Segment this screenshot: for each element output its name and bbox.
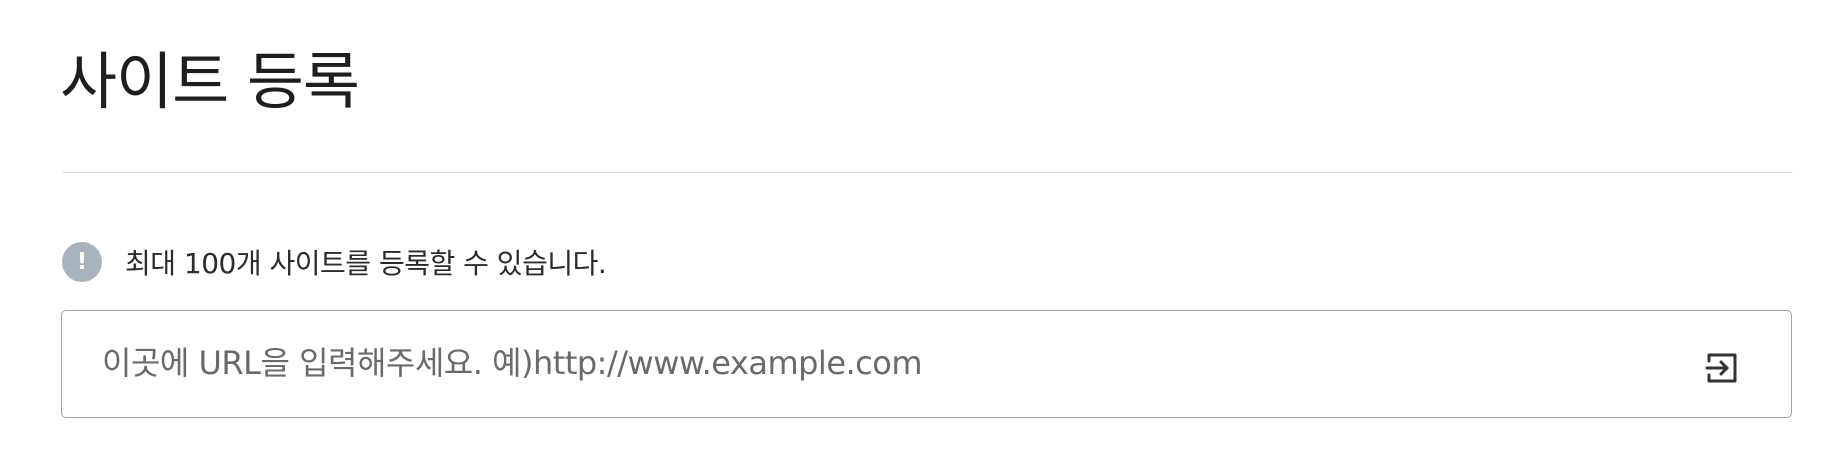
site-registration-page: 사이트 등록 ! 최대 100개 사이트를 등록할 수 있습니다.: [0, 0, 1824, 474]
url-input-box: [61, 310, 1792, 418]
enter-icon: [1705, 353, 1737, 383]
submit-url-button[interactable]: [1703, 349, 1741, 387]
page-title: 사이트 등록: [60, 45, 360, 118]
notice-text: 최대 100개 사이트를 등록할 수 있습니다.: [125, 247, 607, 280]
url-input[interactable]: [102, 331, 1662, 395]
notice-message: ! 최대 100개 사이트를 등록할 수 있습니다.: [62, 242, 607, 282]
exclamation-icon: !: [62, 242, 102, 282]
title-divider: [62, 172, 1793, 173]
